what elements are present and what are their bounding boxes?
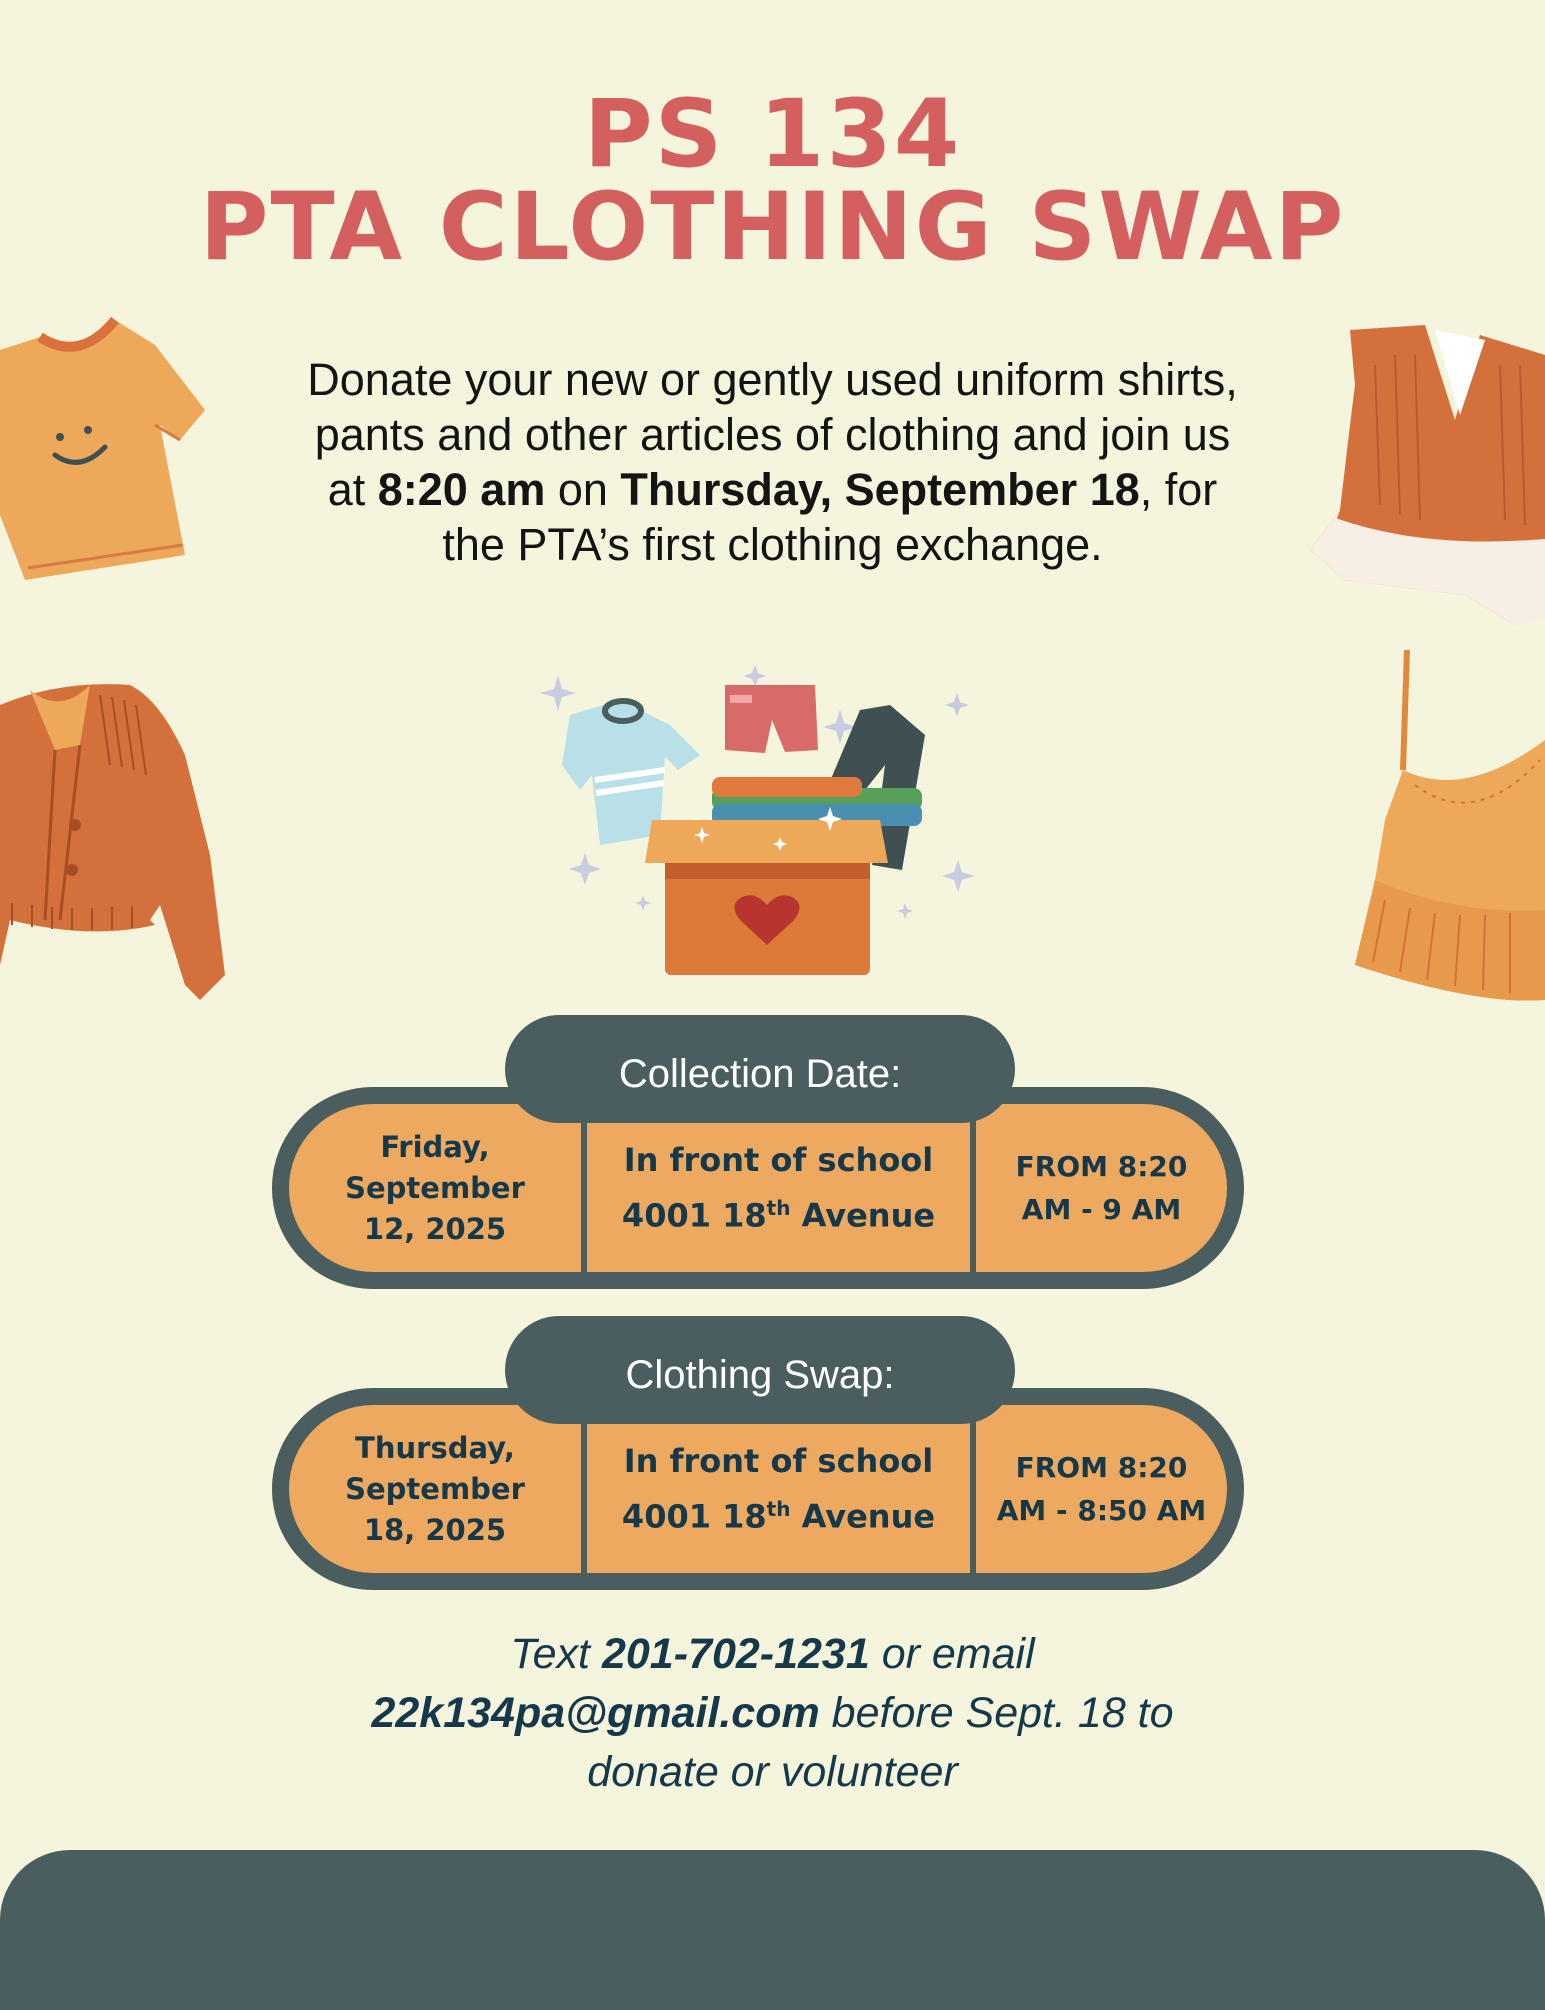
camisole-icon (1355, 650, 1545, 1001)
tshirt-icon (0, 316, 205, 580)
swap-time-line-1: FROM 8:20 (1015, 1451, 1188, 1484)
cardigan-icon (0, 684, 225, 1000)
collection-time-line-1: FROM 8:20 (1015, 1150, 1188, 1183)
swap-event: Thursday, September 18, 2025 In front of… (272, 1316, 1244, 1590)
intro-date: Thursday, September 18 (620, 464, 1140, 515)
swap-time-line-2: AM - 8:50 AM (996, 1494, 1207, 1527)
contact-text-1: Text (510, 1630, 602, 1678)
contact-text-2: or email (869, 1630, 1035, 1678)
collection-address-suffix: th (766, 1196, 791, 1221)
swap-date-line-1: Thursday, (355, 1430, 515, 1465)
collection-event: Friday, September 12, 2025 In front of s… (272, 1015, 1244, 1289)
swap-address-street: Avenue (790, 1497, 936, 1536)
contact-phone[interactable]: 201-702-1231 (602, 1630, 870, 1678)
donation-box-icon (540, 665, 974, 975)
intro-time: 8:20 am (377, 464, 546, 515)
collection-pill-inner: Friday, September 12, 2025 In front of s… (289, 1104, 1227, 1272)
swap-location-line-1: In front of school (623, 1442, 934, 1481)
collection-address-number: 4001 18 (621, 1196, 767, 1235)
ruffle-blouse-icon (1310, 325, 1545, 625)
swap-pill-inner: Thursday, September 18, 2025 In front of… (289, 1405, 1227, 1573)
collection-location-line-1: In front of school (623, 1141, 934, 1180)
collection-date-line-2: September (345, 1170, 525, 1205)
contact-paragraph: Text 201-702-1231 or email 22k134pa@gmai… (300, 1625, 1245, 1802)
collection-time: FROM 8:20 AM - 9 AM (976, 1104, 1227, 1272)
footer-band (0, 1850, 1545, 2010)
intro-paragraph: Donate your new or gently used uniform s… (300, 352, 1245, 572)
swap-date-line-2: September (345, 1471, 525, 1506)
collection-label: Collection Date: (505, 1015, 1015, 1123)
swap-label: Clothing Swap: (505, 1316, 1015, 1424)
collection-date-line-1: Friday, (380, 1129, 490, 1164)
swap-date: Thursday, September 18, 2025 (289, 1405, 581, 1573)
collection-date: Friday, September 12, 2025 (289, 1104, 581, 1272)
title-line-2: PTA CLOTHING SWAP (199, 173, 1346, 282)
swap-time: FROM 8:20 AM - 8:50 AM (976, 1405, 1227, 1573)
contact-email[interactable]: 22k134pa@gmail.com (371, 1689, 819, 1737)
swap-date-line-3: 18, 2025 (363, 1512, 507, 1547)
swap-location-line-2: 4001 18th Avenue (622, 1485, 935, 1541)
collection-time-line-2: AM - 9 AM (1021, 1193, 1182, 1226)
swap-location: In front of school 4001 18th Avenue (581, 1405, 976, 1573)
swap-address-number: 4001 18 (621, 1497, 767, 1536)
swap-address-suffix: th (766, 1497, 791, 1522)
collection-date-line-3: 12, 2025 (363, 1211, 507, 1246)
title-line-1: PS 134 (583, 80, 962, 189)
intro-text-2: on (545, 464, 621, 515)
collection-address-street: Avenue (790, 1196, 936, 1235)
collection-location-line-2: 4001 18th Avenue (622, 1184, 935, 1240)
collection-location: In front of school 4001 18th Avenue (581, 1104, 976, 1272)
